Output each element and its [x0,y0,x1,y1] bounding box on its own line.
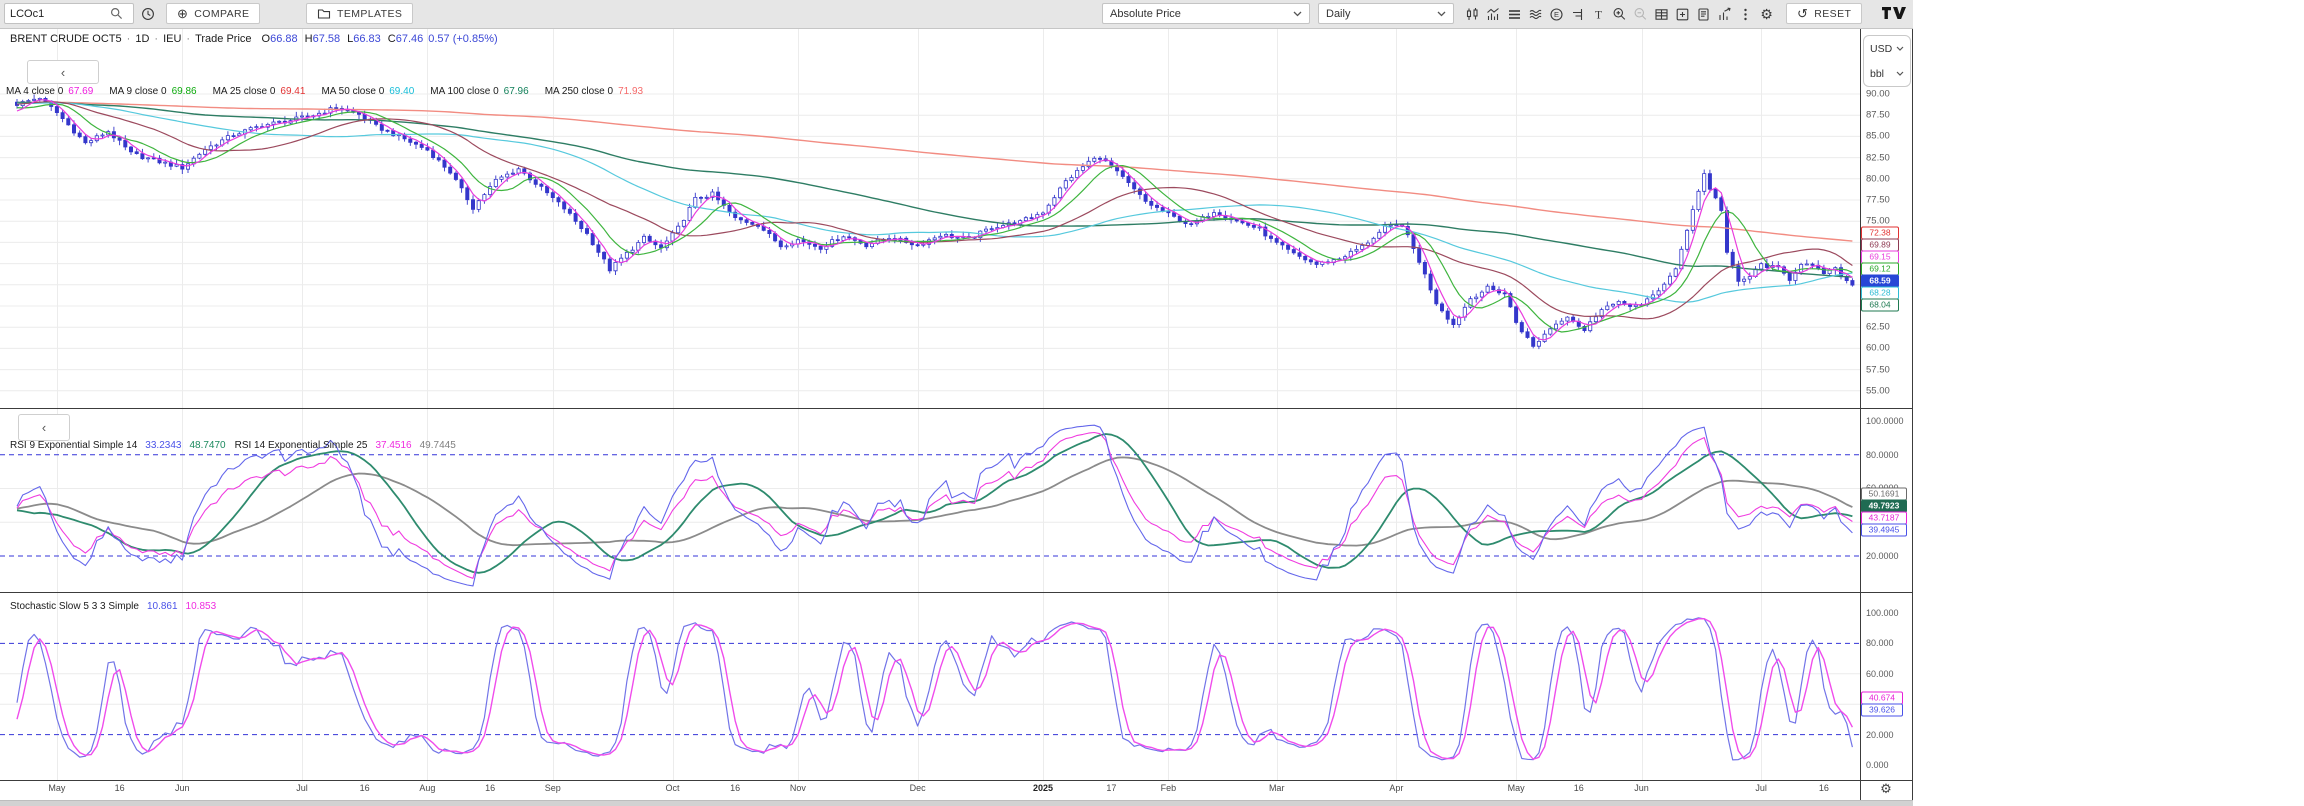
grid-layout-icon[interactable] [1651,0,1672,28]
chevron-down-icon [1896,71,1904,76]
page: { "toolbar": { "symbol_value": "LCOc1", … [0,0,2304,806]
symbol-input[interactable] [10,8,110,20]
price-scale-mode-select[interactable]: Absolute Price [1102,3,1310,24]
indicators-icon[interactable] [1483,0,1504,28]
waves-icon[interactable] [1525,0,1546,28]
interval-select[interactable]: Daily [1318,3,1454,24]
reset-icon: ↺ [1797,7,1808,20]
reset-button[interactable]: ↺ RESET [1786,3,1862,24]
unit-selector: USD bbl [1863,35,1911,87]
events-icon[interactable]: E [1546,0,1567,28]
tradingview-logo-icon[interactable] [1880,4,1908,22]
volume-chart-icon[interactable] [1714,0,1735,28]
currency-select[interactable]: USD [1864,36,1910,61]
more-options-icon[interactable] [1735,0,1756,28]
legend-collapse-button[interactable]: ‹ [27,60,99,84]
zoom-out-icon[interactable] [1630,0,1651,28]
zoom-in-icon[interactable] [1609,0,1630,28]
toolbar-icon-group: E T ⚙ [1462,0,1777,28]
line-stack-icon[interactable] [1504,0,1525,28]
chevron-down-icon [1437,11,1446,17]
chevron-down-icon [1896,46,1904,51]
unit-select[interactable]: bbl [1864,61,1910,86]
time-axis-settings-gear-icon[interactable]: ⚙ [1860,781,1912,797]
rsi-collapse-button[interactable]: ‹ [18,414,70,441]
recently-used-icon[interactable] [136,0,160,28]
templates-button[interactable]: TEMPLATES [306,3,413,24]
plus-circle-icon: ⊕ [177,7,188,20]
folder-icon [317,7,331,20]
settings-icon[interactable]: ⚙ [1756,0,1777,28]
axis-scale-icon[interactable] [1567,0,1588,28]
top-toolbar: ⊕ COMPARE TEMPLATES Absolute Price Daily… [0,0,1913,29]
chart-canvas[interactable] [0,0,1913,806]
text-tool-icon[interactable]: T [1588,0,1609,28]
svg-text:T: T [1595,9,1602,21]
compare-button[interactable]: ⊕ COMPARE [166,3,260,24]
search-icon [110,7,123,20]
svg-text:E: E [1554,10,1559,19]
trading-chart-app: ⊕ COMPARE TEMPLATES Absolute Price Daily… [0,0,1913,806]
candlestick-style-icon[interactable] [1462,0,1483,28]
symbol-search-input[interactable] [4,3,134,24]
news-icon[interactable] [1693,0,1714,28]
add-panel-icon[interactable] [1672,0,1693,28]
chevron-down-icon [1293,11,1302,17]
